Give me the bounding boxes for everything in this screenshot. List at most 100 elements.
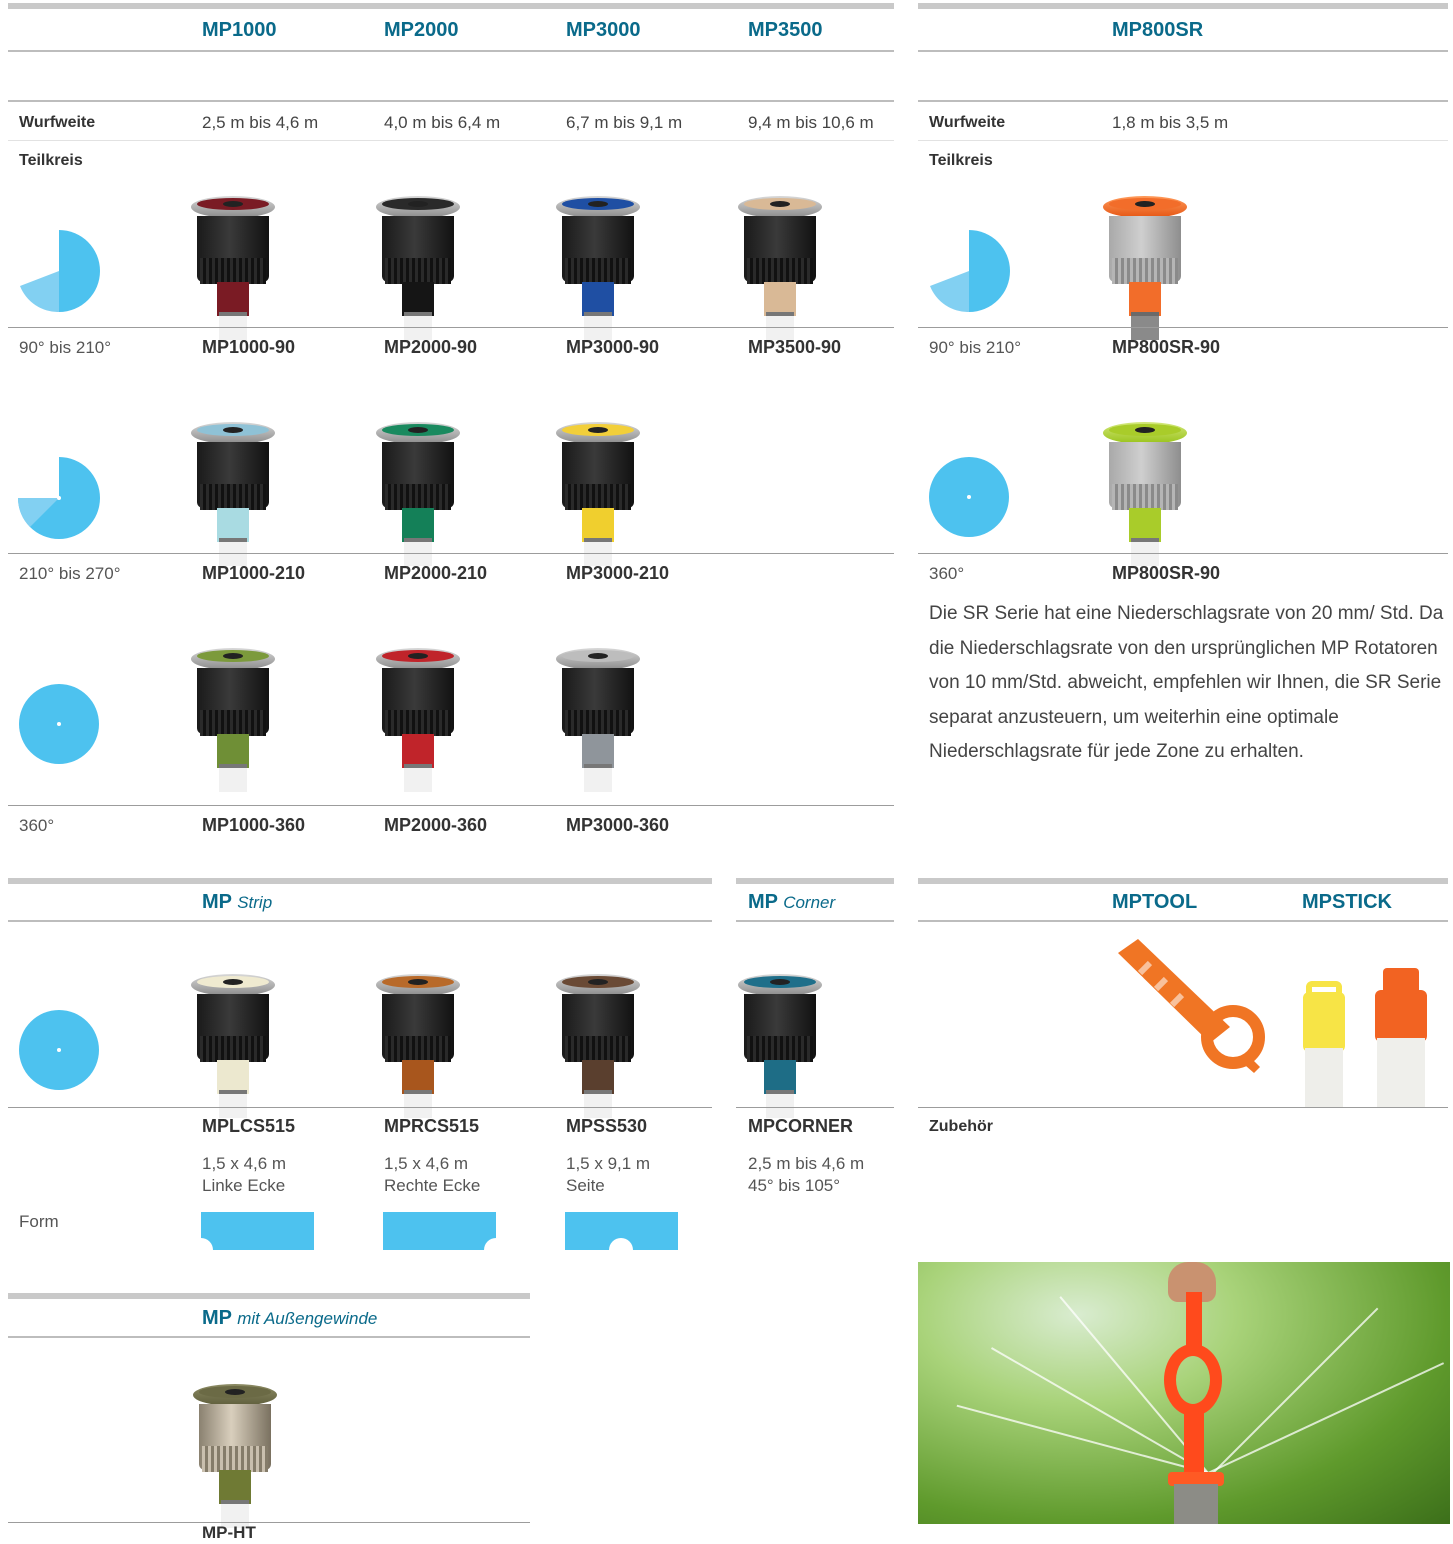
wurfweite-value: 6,7 m bis 9,1 m [566,113,683,132]
section-bar [918,878,1448,884]
section-bar [8,1293,530,1299]
column-header-mp3000: MP3000 [566,19,641,41]
row-range-label: 90° bis 210° [19,338,112,357]
divider [918,50,1448,52]
model-label: MP3500-90 [748,337,842,357]
ht-title-mp: MP [202,1307,232,1329]
divider [736,920,894,922]
divider [8,805,894,806]
form-label: Form [19,1212,59,1231]
strip-title-suffix: Strip [237,893,273,912]
left-corner-shape-icon [201,1212,314,1250]
divider [8,1522,530,1523]
divider [8,327,894,328]
divider [918,553,1448,554]
row-range-label: 210° bis 270° [19,564,121,583]
model-label: MP3000-210 [566,563,670,583]
divider [8,553,894,554]
strip-title-mp: MP [202,891,232,913]
row-range-label: 360° [19,816,55,835]
divider [918,140,1448,141]
tool-in-use-photo [918,1262,1450,1524]
strip-spec: 1,5 x 9,1 m Seite [566,1153,650,1197]
model-label: MP3000-90 [566,337,660,357]
nozzle-mp3000-360-image [554,648,642,792]
corner-title-suffix: Corner [783,893,836,912]
right-corner-shape-icon [383,1212,496,1250]
spec-desc: Rechte Ecke [384,1176,481,1195]
section-bar [736,878,894,884]
section-bar [8,878,712,884]
side-strip-shape-icon [565,1212,678,1250]
wurfweite-label: Wurfweite [929,114,1006,131]
model-label: MPLCS515 [202,1116,296,1136]
model-label: MP2000-210 [384,563,488,583]
corner-spec: 2,5 m bis 4,6 m 45° bis 105° [748,1153,864,1197]
divider [918,920,1448,922]
divider [8,100,894,102]
strip-section-title: MP Strip [202,891,272,914]
model-label: MP3000-360 [566,815,670,835]
model-label: MP1000-90 [202,337,296,357]
wurfweite-value: 9,4 m bis 10,6 m [748,113,874,132]
nozzle-mp-ht-image [191,1384,279,1528]
corner-title-mp: MP [748,891,778,913]
column-header-mp2000: MP2000 [384,19,459,41]
teilkreis-label: Teilkreis [929,152,993,169]
divider [8,1336,530,1338]
spec-size: 1,5 x 4,6 m [384,1154,469,1173]
model-label: MPRCS515 [384,1116,480,1136]
divider [918,100,1448,102]
wurfweite-label: Wurfweite [19,114,96,131]
wurfweite-value: 2,5 m bis 4,6 m [202,113,319,132]
nozzle-mp2000-90-image [374,196,462,340]
nozzle-mp1000-360-image [189,648,277,792]
divider [736,1107,894,1108]
ht-title-suffix: mit Außengewinde [237,1309,378,1328]
arc-360-icon [19,684,99,764]
model-label: MP1000-360 [202,815,306,835]
column-header-mpstick: MPSTICK [1302,891,1392,913]
arc-360-icon [929,457,1009,537]
mptool-image [1118,939,1265,1073]
nozzle-mplcs515-image [189,974,277,1118]
wurfweite-value: 1,8 m bis 3,5 m [1112,113,1229,132]
row-range-label: 90° bis 210° [929,338,1022,357]
model-label: MP2000-360 [384,815,488,835]
mpstick-image [1303,968,1427,1108]
nozzle-mp2000-210-image [374,422,462,566]
section-bar [918,3,1448,9]
column-header-mp1000: MP1000 [202,19,277,41]
nozzle-mp3000-90-image [554,196,642,340]
arc-90-210-icon [930,230,1010,312]
spec-desc: Linke Ecke [202,1176,286,1195]
spec-size: 1,5 x 9,1 m [566,1154,651,1173]
column-header-mp800sr: MP800SR [1112,19,1204,41]
sr-series-note: Die SR Serie hat eine Niederschlagsrate … [929,603,1444,762]
model-label: MP-HT [202,1523,256,1542]
model-label: MP800SR-90 [1112,563,1221,583]
teilkreis-label: Teilkreis [19,152,83,169]
model-label: MPSS530 [566,1116,648,1136]
column-header-mptool: MPTOOL [1112,891,1198,913]
spec-range: 2,5 m bis 4,6 m [748,1154,865,1173]
divider [8,50,894,52]
model-label: MPCORNER [748,1116,854,1136]
nozzle-mp1000-210-image [189,422,277,566]
nozzle-mp3000-210-image [554,422,642,566]
nozzle-mp3500-90-image [736,196,824,340]
divider [8,1107,712,1108]
arc-210-270-icon [18,457,100,539]
nozzle-mp1000-90-image [189,196,277,340]
arc-90-210-icon [20,230,100,312]
divider [8,920,712,922]
divider [918,1107,1448,1108]
nozzle-mp800sr-90-image [1101,196,1189,340]
wurfweite-value: 4,0 m bis 6,4 m [384,113,501,132]
spec-desc: Seite [566,1176,605,1195]
nozzle-mp2000-360-image [374,648,462,792]
zubehoer-label: Zubehör [929,1118,993,1135]
strip-spec: 1,5 x 4,6 m Rechte Ecke [384,1153,480,1197]
row-range-label: 360° [929,564,965,583]
nozzle-mp800sr-360-image [1101,422,1189,566]
